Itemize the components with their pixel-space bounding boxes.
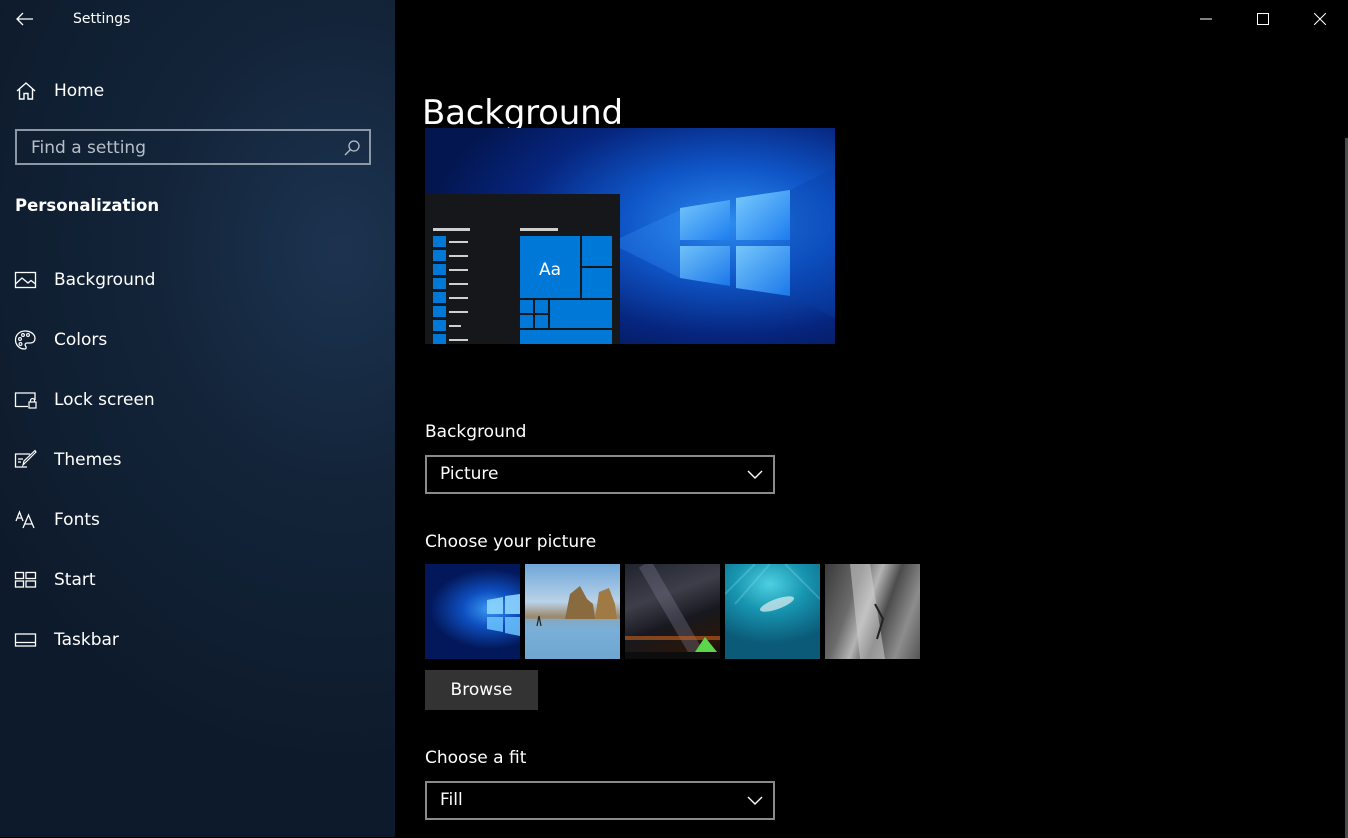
close-button[interactable] (1291, 0, 1348, 38)
sidebar-item-label: Lock screen (54, 390, 155, 410)
home-label: Home (54, 81, 105, 101)
minimize-icon (1199, 18, 1212, 20)
app-title: Settings (73, 11, 131, 27)
page-title: Background (422, 92, 623, 133)
maximize-icon (1256, 13, 1269, 25)
beach-rocks-thumb-art (525, 586, 620, 659)
sidebar-nav: Background Colors Lock screen Themes Fon… (0, 250, 395, 670)
section-title: Personalization (15, 196, 160, 215)
search-box (15, 129, 371, 165)
title-bar: Settings (0, 0, 395, 38)
background-type-dropdown[interactable]: Picture (425, 455, 775, 494)
sidebar-item-label: Themes (54, 450, 122, 470)
search-input[interactable] (17, 131, 353, 165)
windows-logo-wallpaper-art (620, 168, 835, 318)
minimize-button[interactable] (1177, 0, 1234, 38)
background-preview: Aa (425, 128, 835, 344)
main-content: Background Aa Background Picture Choose … (395, 0, 1348, 838)
sidebar-item-label: Start (54, 570, 96, 590)
chevron-down-icon (747, 470, 763, 479)
sidebar-item-start[interactable]: Start (0, 550, 395, 610)
back-button[interactable] (10, 6, 40, 32)
themes-icon (14, 449, 37, 468)
thumbnail-underwater-swimmer[interactable] (725, 564, 820, 659)
sidebar-item-label: Fonts (54, 510, 100, 530)
window-controls (1177, 0, 1348, 38)
chevron-down-icon (747, 796, 763, 805)
sidebar-item-colors[interactable]: Colors (0, 310, 395, 370)
picture-thumbnails (425, 564, 920, 659)
close-icon (1313, 13, 1326, 25)
back-arrow-icon (16, 12, 33, 26)
underwater-swimmer-thumb-art (725, 564, 820, 612)
picture-icon (14, 271, 37, 289)
lock-screen-icon (14, 392, 37, 409)
background-field-label: Background (425, 422, 527, 442)
dropdown-value: Fill (440, 790, 463, 810)
sidebar-item-label: Background (54, 270, 156, 290)
night-sky-tent-thumb-art (625, 564, 720, 659)
thumbnail-beach-rocks[interactable] (525, 564, 620, 659)
sidebar-item-background[interactable]: Background (0, 250, 395, 310)
sidebar: Settings Home Personalization Background (0, 0, 395, 837)
fit-dropdown[interactable]: Fill (425, 781, 775, 820)
sidebar-item-label: Taskbar (54, 630, 119, 650)
maximize-button[interactable] (1234, 0, 1291, 38)
sidebar-item-fonts[interactable]: Fonts (0, 490, 395, 550)
preview-sample-text: Aa (539, 260, 562, 280)
sidebar-item-lock-screen[interactable]: Lock screen (0, 370, 395, 430)
thumbnail-night-sky-tent[interactable] (625, 564, 720, 659)
rock-cliff-thumb-art (850, 564, 885, 659)
preview-window: Aa (425, 194, 620, 344)
fonts-icon (15, 510, 35, 529)
choose-fit-label: Choose a fit (425, 748, 527, 768)
sidebar-item-home[interactable]: Home (0, 72, 395, 110)
taskbar-icon (14, 633, 37, 647)
sidebar-item-label: Colors (54, 330, 108, 350)
windows-logo-thumb-art (487, 594, 520, 636)
browse-button[interactable]: Browse (425, 670, 538, 710)
start-icon (14, 571, 37, 588)
search-icon[interactable] (343, 139, 361, 157)
thumbnail-windows-logo[interactable] (425, 564, 520, 659)
start-menu-preview-icon (433, 228, 612, 344)
sidebar-item-themes[interactable]: Themes (0, 430, 395, 490)
dropdown-value: Picture (440, 464, 499, 484)
choose-picture-label: Choose your picture (425, 532, 597, 552)
sidebar-item-taskbar[interactable]: Taskbar (0, 610, 395, 670)
home-icon (16, 82, 36, 100)
palette-icon (14, 330, 36, 350)
thumbnail-rock-cliff[interactable] (825, 564, 920, 659)
